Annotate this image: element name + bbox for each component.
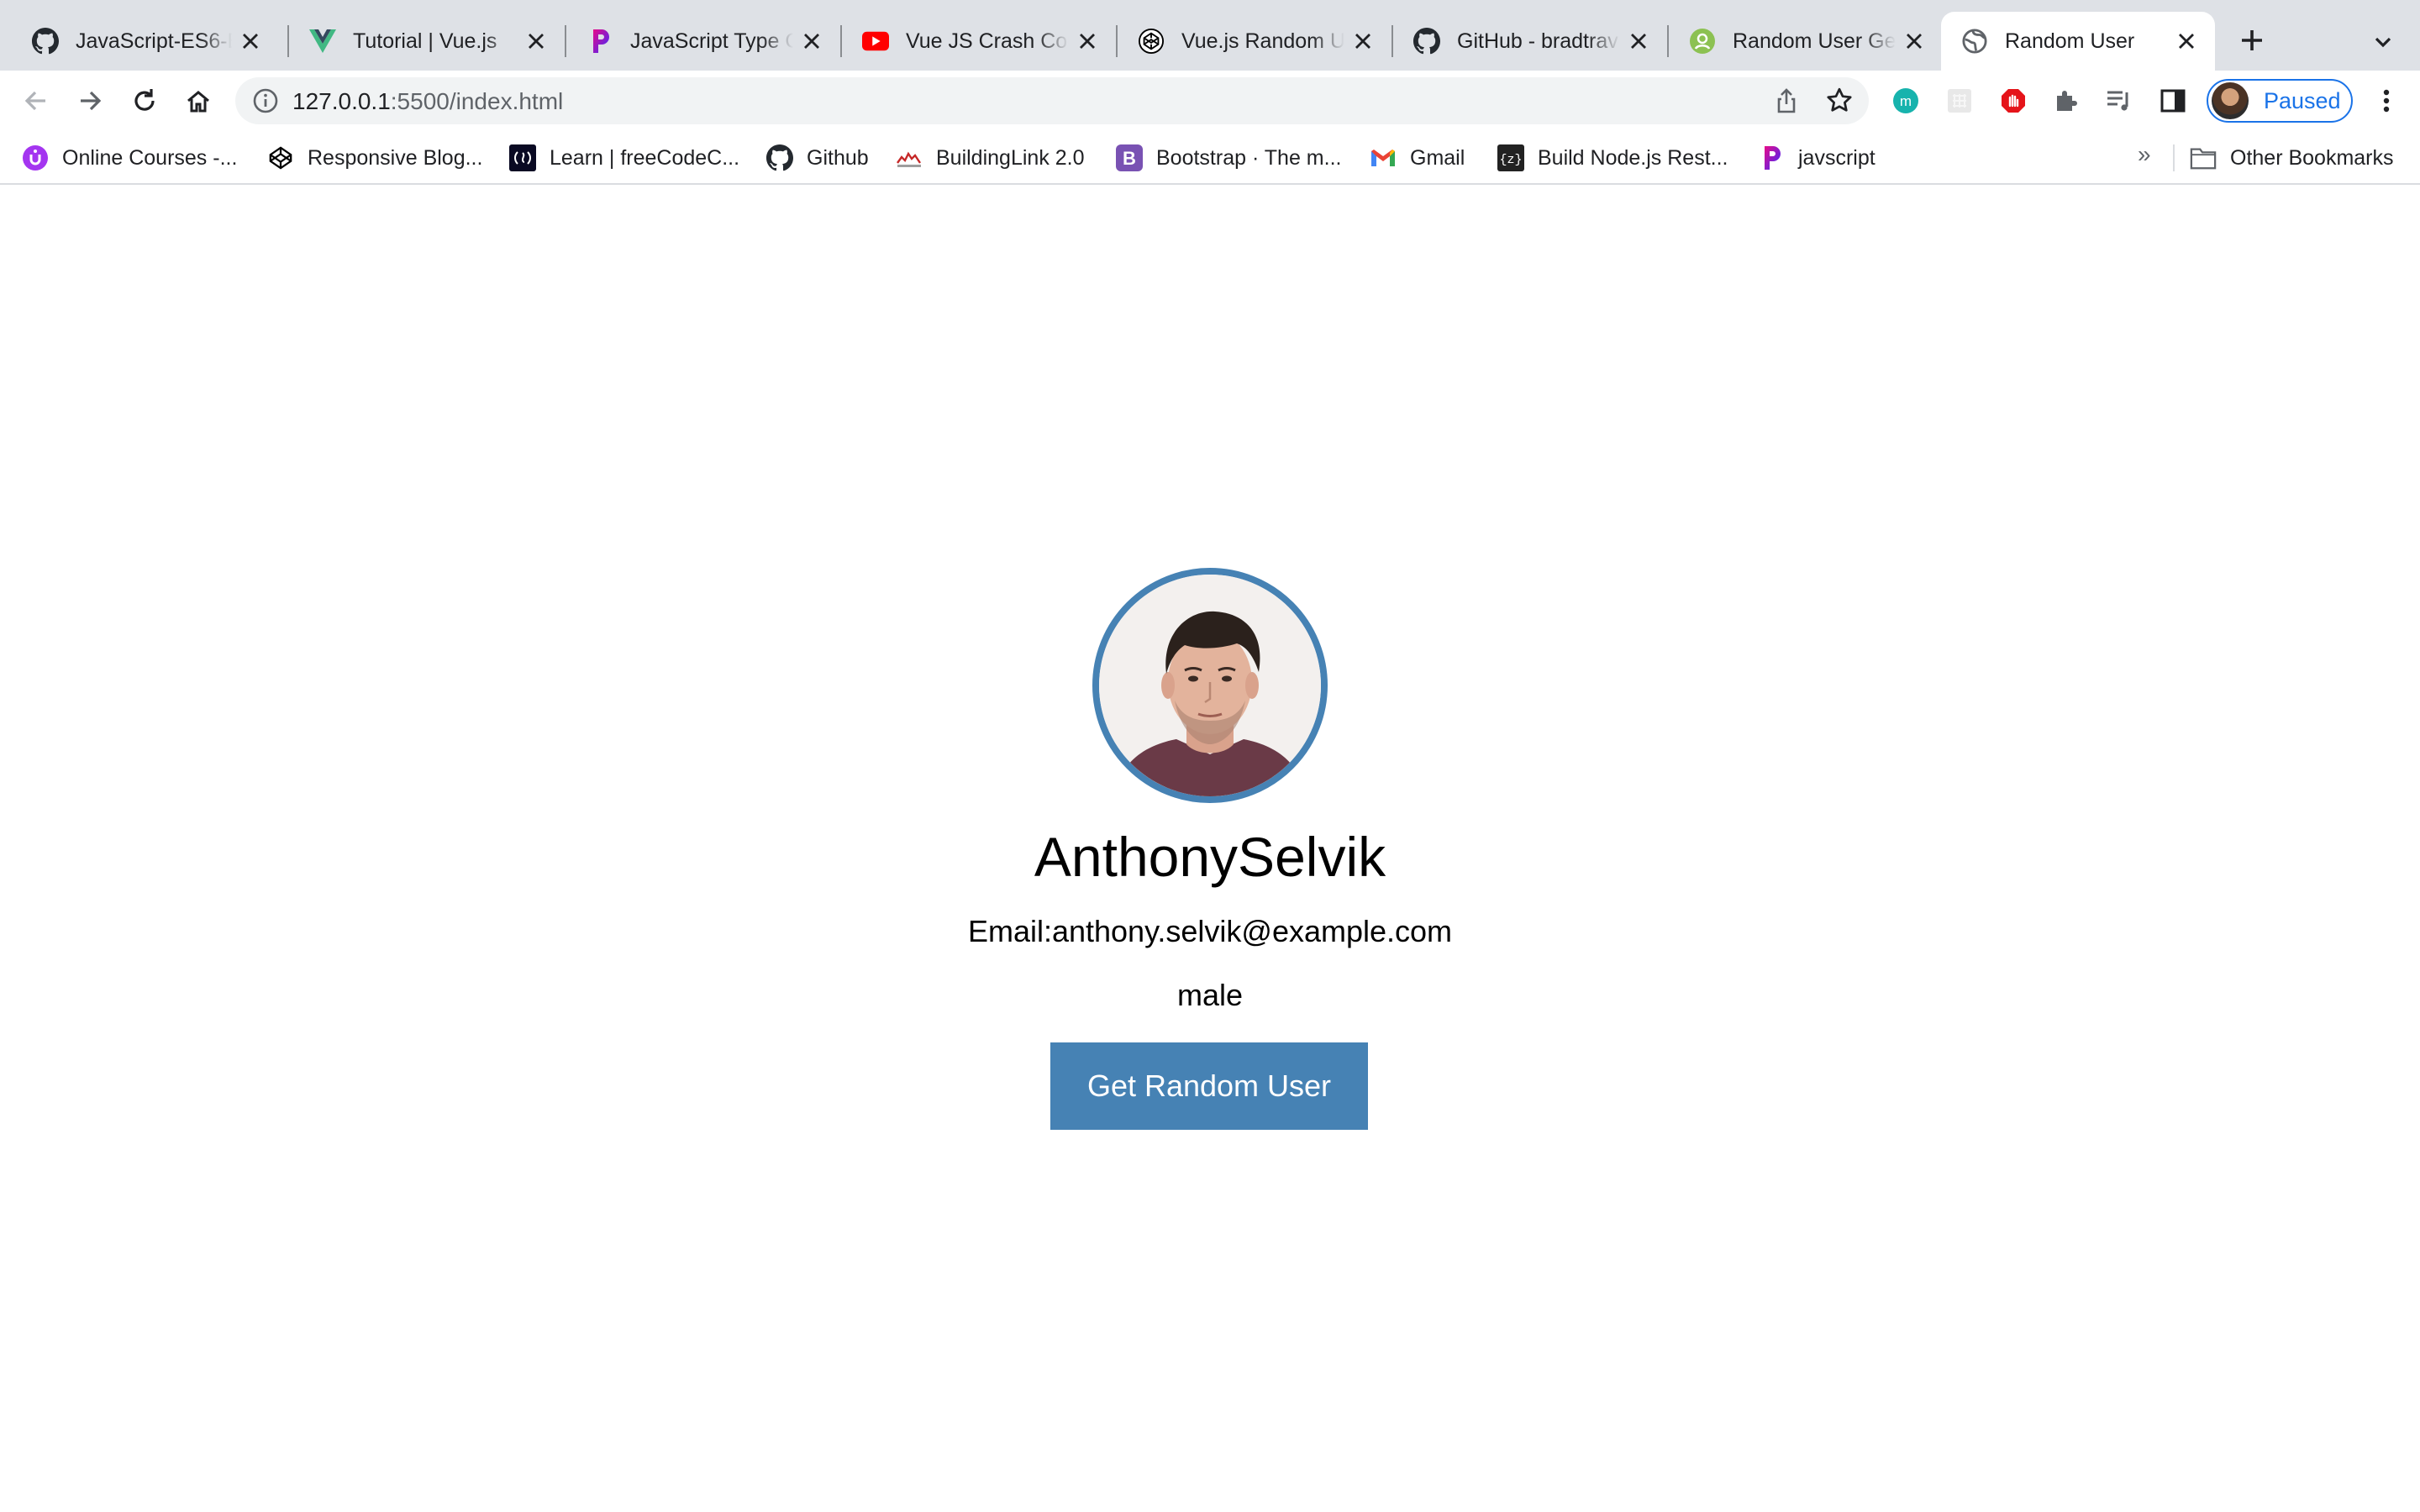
tab-javascript-type[interactable]: JavaScript Type C [566,12,840,71]
share-icon[interactable] [1773,87,1800,114]
page-content: AnthonySelvik Email:anthony.selvik@examp… [0,186,2420,1512]
info-icon[interactable] [252,87,279,114]
forward-button[interactable] [72,82,109,119]
user-email: Email:anthony.selvik@example.com [967,914,1453,948]
tab-title: Random User [2005,29,2135,53]
tab-title: GitHub - bradtrav [1457,29,1618,53]
chevron-down-icon[interactable] [2368,27,2398,57]
bookmarks-separator [2173,144,2175,171]
bookmark-responsive-blog[interactable]: Responsive Blog... [267,143,482,173]
close-icon[interactable] [1627,29,1650,53]
bookmark-star-icon[interactable] [1825,87,1854,115]
bookmark-label: Gmail [1410,145,1465,170]
url-host: 127.0.0.1 [292,88,391,114]
browser-toolbar: 127.0.0.1:5500/index.html m Paused [0,71,2420,131]
bookmark-github[interactable]: Github [766,143,869,173]
github-icon [32,28,59,55]
tab-strip: JavaScript-ES6-B Tutorial | Vue.js JavaS… [0,0,2420,71]
close-icon[interactable] [239,29,262,53]
github-icon [766,144,793,171]
tab-vue-crash-course[interactable]: Vue JS Crash Cou [842,12,1116,71]
randomuser-icon [1689,28,1716,55]
bookmark-label: Build Node.js Rest... [1538,145,1728,170]
tab-title: JavaScript Type C [630,29,793,53]
bookmark-build-node-rest[interactable]: {z} Build Node.js Rest... [1497,143,1728,173]
codepen-icon [267,144,294,171]
folder-icon [2190,144,2217,171]
bookmark-label: Responsive Blog... [308,145,483,170]
bookmark-label: Learn | freeCodeC... [550,145,740,170]
tab-title: Random User Ger [1733,29,1896,53]
bookmark-label: javscript [1798,145,1876,170]
svg-text:B: B [1123,148,1136,169]
buildinglink-icon [896,144,923,171]
close-icon[interactable] [2175,29,2198,53]
profile-button[interactable]: Paused [2207,79,2353,123]
bookmark-freecodecamp[interactable]: Learn | freeCodeC... [509,143,739,173]
back-button[interactable] [17,82,54,119]
close-icon[interactable] [524,29,548,53]
freecodecamp-icon [509,144,536,171]
bookmark-label: Bootstrap · The m... [1156,145,1342,170]
bookmarks-bar: Online Courses -... Responsive Blog... L… [0,131,2420,185]
github-icon [1413,28,1440,55]
bootstrap-icon: B [1116,144,1143,171]
bookmark-buildinglink[interactable]: BuildingLink 2.0 [896,143,1085,173]
avatar [2212,82,2249,119]
pluralsight-icon [1758,144,1785,171]
tab-title: Tutorial | Vue.js [353,29,497,53]
close-icon[interactable] [1076,29,1099,53]
user-photo [1092,568,1328,803]
bookmark-udemy[interactable]: Online Courses -... [22,143,237,173]
tab-title: JavaScript-ES6-B [76,29,232,53]
close-icon[interactable] [800,29,823,53]
more-menu-icon[interactable] [2371,86,2402,116]
extension-grid-icon[interactable] [1944,86,1975,116]
bookmark-label: Online Courses -... [62,145,238,170]
tab-title: Vue.js Random Us [1181,29,1344,53]
tab-vue-tutorial[interactable]: Tutorial | Vue.js [289,12,565,71]
reload-button[interactable] [126,82,163,119]
url-path: :5500/index.html [390,88,564,114]
svg-text:{z}: {z} [1499,153,1522,167]
extension-m-icon[interactable]: m [1891,86,1921,116]
udemy-icon [22,144,49,171]
media-queue-icon[interactable] [2104,86,2134,116]
gmail-icon [1370,144,1397,171]
profile-status-label: Paused [2264,87,2341,113]
tab-random-user-generator[interactable]: Random User Ger [1669,12,1943,71]
tab-random-user-active[interactable]: Random User [1941,12,2215,71]
zeit-icon: {z} [1497,144,1524,171]
vue-icon [309,28,336,55]
youtube-icon [862,28,889,55]
bookmarks-overflow-button[interactable]: » [2138,141,2151,168]
extension-adblock-icon[interactable] [1998,86,2028,116]
bookmark-javscript[interactable]: javscript [1758,143,1876,173]
bookmark-label: Github [807,145,869,170]
side-panel-icon[interactable] [2158,86,2188,116]
tab-title: Vue JS Crash Cou [906,29,1069,53]
bookmark-label: BuildingLink 2.0 [936,145,1085,170]
globe-icon [1961,28,1988,55]
bookmark-gmail[interactable]: Gmail [1370,143,1465,173]
close-icon[interactable] [1351,29,1375,53]
svg-text:m: m [1900,93,1912,109]
url-text: 127.0.0.1:5500/index.html [292,88,563,115]
codepen-icon [1138,28,1165,55]
close-icon[interactable] [1902,29,1926,53]
user-gender: male [1176,978,1244,1012]
other-bookmarks-label: Other Bookmarks [2230,145,2394,170]
tab-vue-random-user-codepen[interactable]: Vue.js Random Us [1118,12,1392,71]
user-name: AnthonySelvik [1034,826,1386,888]
tab-javascript-es6[interactable]: JavaScript-ES6-B [12,12,279,71]
tab-github-bradtraversy[interactable]: GitHub - bradtrav [1393,12,1667,71]
get-random-user-button[interactable]: Get Random User [1050,1042,1368,1130]
address-bar[interactable]: 127.0.0.1:5500/index.html [235,77,1869,124]
bookmark-bootstrap[interactable]: B Bootstrap · The m... [1116,143,1341,173]
home-button[interactable] [180,82,217,119]
other-bookmarks[interactable]: Other Bookmarks [2190,143,2394,173]
puzzle-icon[interactable] [2050,86,2081,116]
new-tab-button[interactable] [2235,24,2269,57]
pluralsight-icon [587,28,613,55]
